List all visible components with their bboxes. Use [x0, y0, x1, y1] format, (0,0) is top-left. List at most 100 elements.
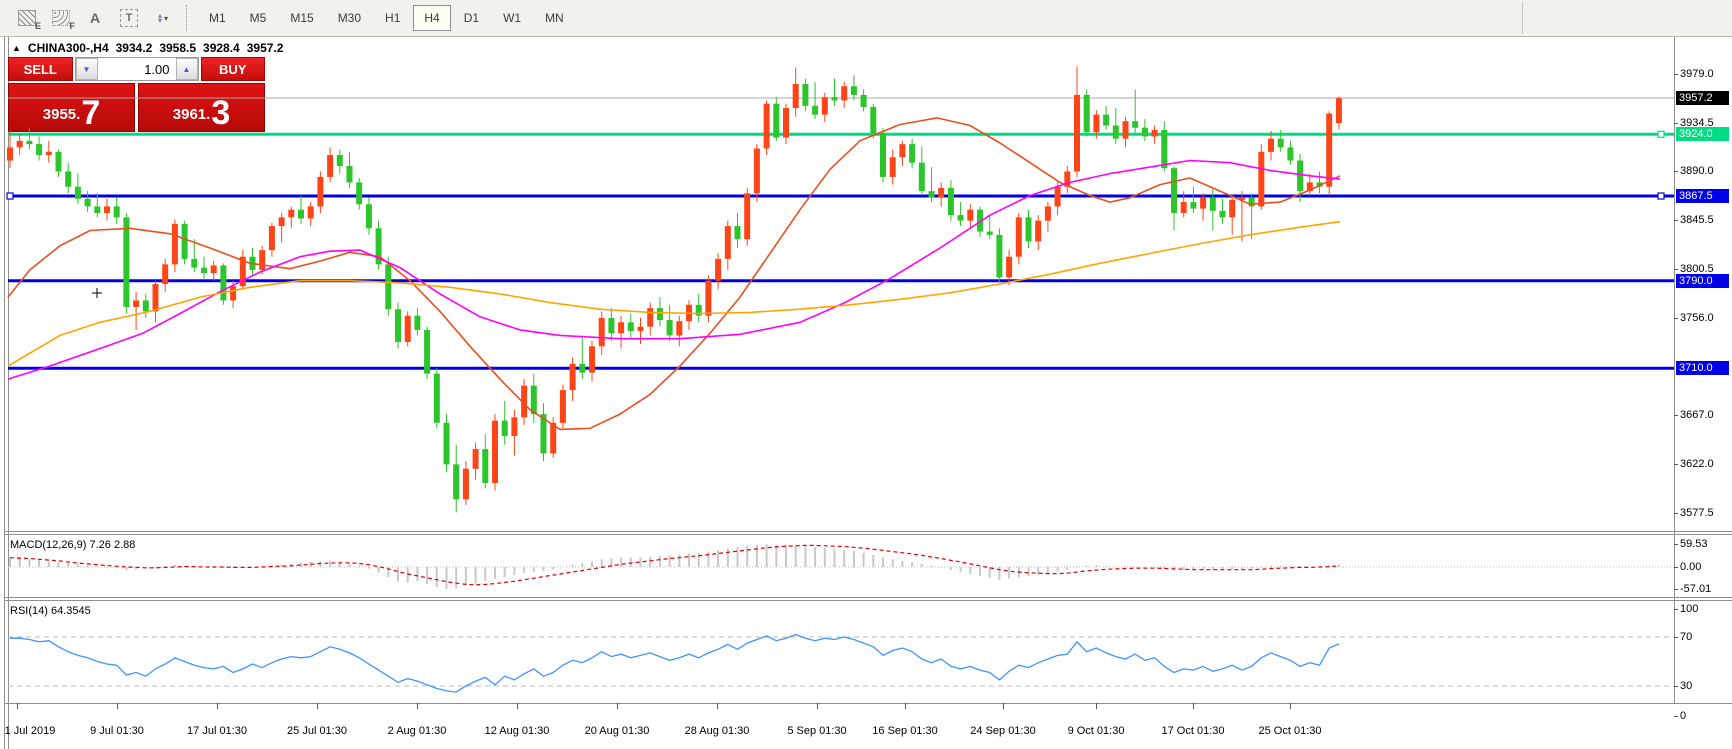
candle	[366, 204, 372, 228]
candle	[1326, 114, 1332, 187]
candle	[308, 206, 314, 218]
timeframe-w1-button[interactable]: W1	[492, 5, 532, 31]
rsi-scale-tick	[1674, 716, 1678, 717]
macd-scale-label: 59.53	[1680, 538, 1708, 550]
timeframe-m15-button[interactable]: M15	[279, 5, 324, 31]
candle	[705, 281, 711, 316]
candle	[327, 155, 333, 177]
time-axis-label: 25 Oct 01:30	[1259, 725, 1322, 737]
price-scale-label: 3845.5	[1680, 214, 1714, 226]
line-handle[interactable]	[7, 193, 13, 199]
pane-separator[interactable]	[5, 534, 1732, 535]
ma-slow-line	[8, 222, 1340, 366]
candle	[434, 374, 440, 423]
candle	[861, 95, 867, 107]
pane-separator[interactable]	[5, 600, 1732, 601]
rsi-scale-label: 70	[1680, 631, 1692, 643]
time-axis-label: 1 Jul 2019	[5, 725, 56, 737]
candle	[405, 316, 411, 342]
candle	[1181, 202, 1187, 213]
macd-signal-value: 2.88	[114, 539, 135, 551]
toolbar-divider	[1522, 2, 1523, 34]
timeframe-d1-button[interactable]: D1	[453, 5, 490, 31]
text-label-tool-icon[interactable]: A	[78, 4, 112, 32]
time-axis-label: 17 Oct 01:30	[1162, 725, 1225, 737]
price-chart-canvas[interactable]	[0, 37, 1732, 749]
candle	[162, 264, 168, 284]
candle	[725, 226, 731, 259]
candle	[676, 321, 682, 335]
timeframe-h4-button[interactable]: H4	[413, 5, 450, 31]
timeframe-m1-button[interactable]: M1	[198, 5, 237, 31]
pattern-tool-icon[interactable]: E	[10, 4, 44, 32]
candle	[1045, 206, 1051, 220]
time-axis-tick	[1193, 703, 1194, 709]
candle	[1268, 139, 1274, 152]
candle	[783, 108, 789, 138]
timeframe-h1-button[interactable]: H1	[374, 5, 411, 31]
time-axis-tick	[905, 703, 906, 709]
candle	[958, 215, 964, 220]
candle	[1006, 257, 1012, 278]
pane-separator[interactable]	[5, 597, 1732, 598]
rsi-value: 64.3545	[51, 605, 91, 617]
candle	[802, 84, 808, 106]
candle	[1190, 202, 1196, 209]
time-axis-label: 9 Oct 01:30	[1068, 725, 1125, 737]
candle	[385, 264, 391, 309]
fibo-tool-icon[interactable]: F	[44, 4, 78, 32]
time-axis-label: 24 Sep 01:30	[970, 725, 1035, 737]
candle	[1055, 187, 1061, 207]
candle	[1035, 221, 1041, 242]
candle	[1152, 130, 1158, 137]
candle	[647, 308, 653, 327]
candle	[191, 259, 197, 268]
candle	[832, 97, 838, 100]
timeframe-mn-button[interactable]: MN	[534, 5, 575, 31]
text-box-tool-icon[interactable]: T	[112, 4, 146, 32]
candle	[211, 265, 217, 273]
candle	[579, 364, 585, 373]
candle	[201, 268, 207, 273]
price-scale-tick	[1674, 269, 1678, 270]
current-price-badge: 3957.2	[1676, 91, 1729, 105]
candle	[1093, 115, 1099, 132]
candle	[317, 177, 323, 207]
candle	[114, 206, 120, 217]
toolbar: EFAT▴▾▾ M1M5M15M30H1H4D1W1MN	[0, 0, 1732, 37]
rsi-scale-label: 0	[1680, 710, 1686, 722]
candle	[259, 250, 265, 270]
candle	[17, 141, 23, 148]
candle	[1016, 217, 1022, 256]
line-handle[interactable]	[1658, 193, 1664, 199]
candle	[463, 469, 469, 500]
rsi-scale-label: 30	[1680, 680, 1692, 692]
arrows-tool-icon[interactable]: ▴▾▾	[146, 4, 180, 32]
candle	[143, 300, 149, 311]
candle	[1278, 139, 1284, 148]
candle	[347, 166, 353, 182]
candle	[773, 104, 779, 138]
candle	[1229, 200, 1235, 217]
time-axis-label: 25 Jul 01:30	[287, 725, 347, 737]
macd-label: MACD(12,26,9) 7.26 2.88	[10, 539, 135, 551]
candle	[502, 421, 508, 436]
macd-scale-tick	[1674, 567, 1678, 568]
line-handle[interactable]	[1658, 131, 1664, 137]
time-axis-label: 17 Jul 01:30	[187, 725, 247, 737]
candle	[65, 171, 71, 186]
time-axis-label: 28 Aug 01:30	[685, 725, 750, 737]
candle	[638, 327, 644, 331]
timeframe-m5-button[interactable]: M5	[239, 5, 278, 31]
time-axis-tick	[1096, 703, 1097, 709]
time-axis-tick	[217, 703, 218, 709]
rsi-scale-tick	[1674, 686, 1678, 687]
pane-separator[interactable]	[5, 531, 1732, 532]
timeframe-m30-button[interactable]: M30	[327, 5, 372, 31]
candle	[608, 318, 614, 333]
time-axis-tick	[317, 703, 318, 709]
time-axis-tick	[517, 703, 518, 709]
candle	[1113, 126, 1119, 139]
price-scale-tick	[1674, 220, 1678, 221]
candle	[715, 259, 721, 281]
